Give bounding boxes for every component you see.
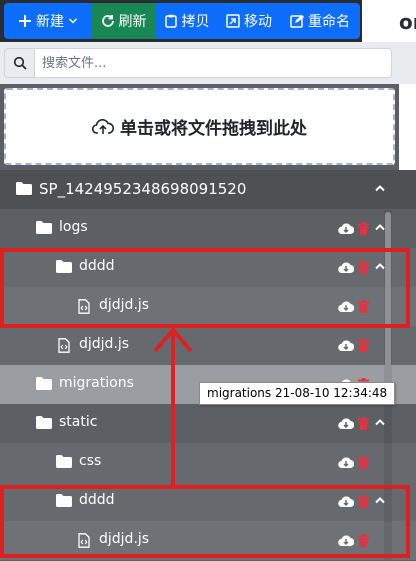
chevron-up-icon[interactable] [375,184,385,192]
search-input[interactable] [34,48,392,78]
upload-dropzone[interactable]: 单击或将文件拖拽到此处 [4,88,395,165]
tree-row-name: css [79,453,102,469]
row-actions [338,417,369,430]
tree-row-name: migrations [59,375,134,391]
move-button-label: 移动 [244,14,272,30]
refresh-button[interactable]: 刷新 [92,3,155,39]
folder-icon [16,182,32,195]
search-icon [13,56,27,70]
trash-icon[interactable] [358,339,369,352]
copy-icon [164,14,177,28]
rename-button[interactable]: 重命名 [280,3,360,39]
file-code-icon [58,338,70,353]
annotation-arrow [153,326,193,489]
tree-row-name: djdjd.js [79,336,130,352]
row-actions [338,222,369,235]
row-actions [338,456,369,469]
tree-row-name: static [59,414,98,430]
trash-icon[interactable] [358,222,369,235]
toolbar: 新建 刷新 拷贝 移动 重命名 ork [0,0,416,42]
cloud-download-icon[interactable] [338,222,354,235]
cloud-download-icon[interactable] [338,339,354,352]
annotation-box-lower [0,485,410,558]
tree-row-name: logs [59,219,88,235]
new-button[interactable]: 新建 [4,3,92,39]
tree-row-file[interactable]: djdjd.js [0,326,416,365]
dropzone-label: 单击或将文件拖拽到此处 [120,119,307,139]
cloud-download-icon[interactable] [338,456,354,469]
trash-icon[interactable] [358,456,369,469]
annotation-box-upper [0,248,410,328]
folder-icon [36,221,52,234]
refresh-icon [101,15,114,27]
copy-button[interactable]: 拷贝 [155,3,218,39]
rename-button-label: 重命名 [308,14,350,30]
cloud-download-icon[interactable] [338,417,354,430]
cloud-upload-icon [92,118,114,134]
tree-root-row[interactable]: SP_1424952348698091520 [0,170,416,209]
chevron-down-icon [68,18,78,24]
tree-row-logs[interactable]: logs [0,209,416,248]
rename-icon [290,15,304,28]
row-actions [338,339,369,352]
refresh-button-label: 刷新 [118,14,147,30]
plus-icon [19,15,31,27]
trash-icon[interactable] [358,417,369,430]
folder-icon [36,377,52,390]
page-title-fragment-text: ork [399,10,416,34]
toolbar-button-group: 新建 刷新 拷贝 移动 重命名 [4,3,360,39]
tree-row-css[interactable]: css [0,443,416,482]
tree-root-name: SP_1424952348698091520 [39,180,247,198]
new-button-label: 新建 [36,14,64,30]
folder-icon [56,455,72,468]
tooltip: migrations 21-08-10 12:34:48 [199,382,396,405]
search-addon [4,48,34,78]
page-edge [399,84,416,174]
folder-icon [36,416,52,429]
copy-button-label: 拷贝 [181,14,210,30]
move-icon [226,14,240,28]
move-button[interactable]: 移动 [218,3,280,39]
tree-row-static[interactable]: static [0,404,416,443]
page-title-fragment: ork [362,0,416,42]
